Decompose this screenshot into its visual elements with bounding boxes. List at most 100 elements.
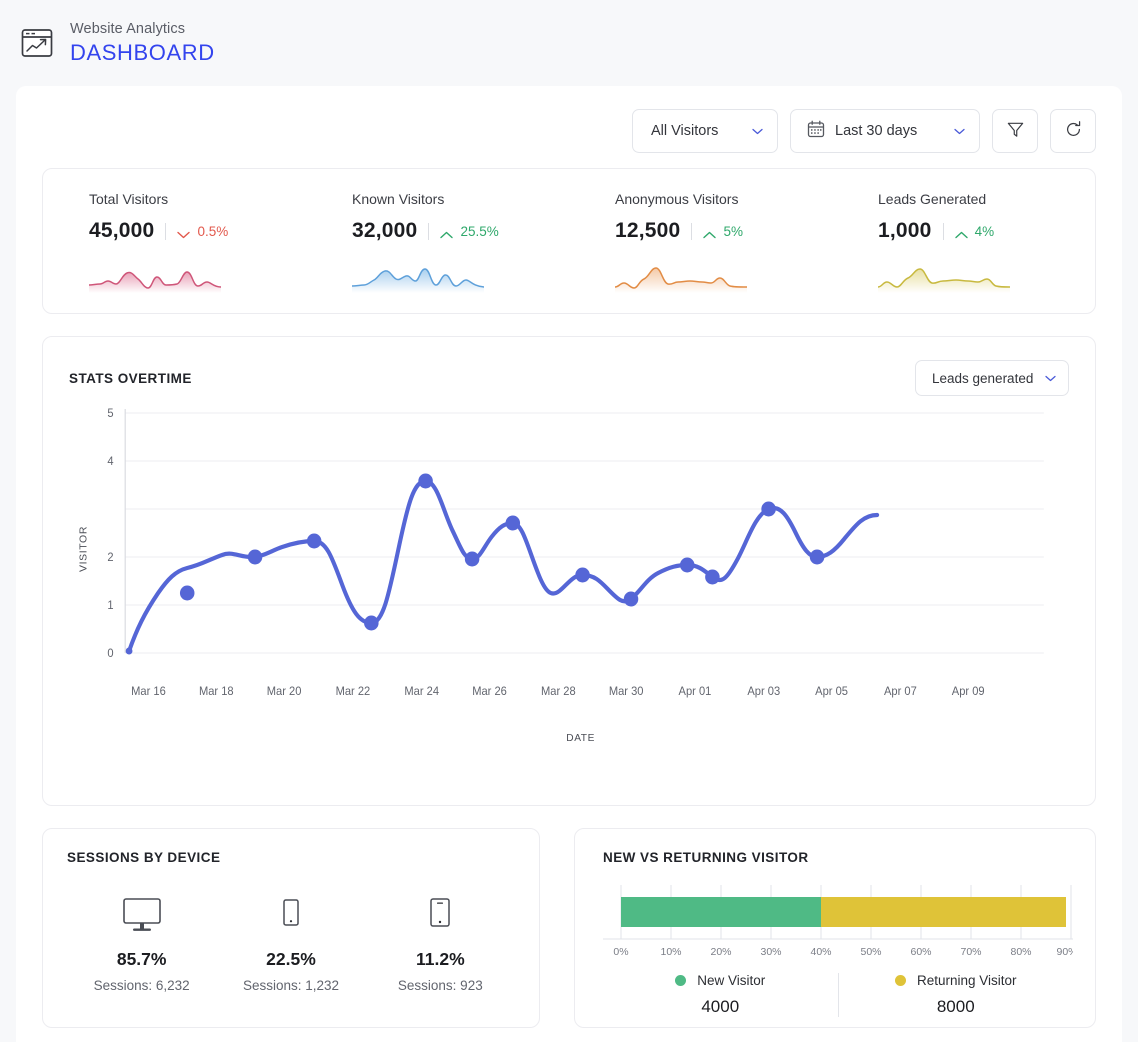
kpi-delta: 4% <box>955 224 995 239</box>
kpi-value: 12,500 <box>615 219 680 243</box>
kpi-label: Known Visitors <box>352 191 569 207</box>
new-vs-returning-chart: 0% 10% 20% 30% 40% 50% 60% 70% 80% 90% <box>603 883 1073 961</box>
svg-text:10%: 10% <box>660 946 681 958</box>
legend-new-visitor: New Visitor 4000 <box>603 973 838 1017</box>
kpi-delta-value: 0.5% <box>197 224 228 239</box>
device-desktop: 85.7% Sessions: 6,232 <box>67 889 216 993</box>
svg-text:Apr 05: Apr 05 <box>815 686 848 698</box>
svg-text:Apr 07: Apr 07 <box>884 686 917 698</box>
kpi-delta-value: 4% <box>975 224 995 239</box>
device-sessions: Sessions: 923 <box>366 978 515 993</box>
svg-text:70%: 70% <box>960 946 981 958</box>
svg-text:50%: 50% <box>860 946 881 958</box>
refresh-button[interactable] <box>1050 109 1096 153</box>
kpi-summary-card: Total Visitors 45,000 0.5% K <box>42 168 1096 314</box>
filter-button[interactable] <box>992 109 1038 153</box>
svg-text:2: 2 <box>107 552 113 564</box>
kpi-label: Total Visitors <box>89 191 306 207</box>
svg-text:Mar 22: Mar 22 <box>336 686 371 698</box>
device-percent: 85.7% <box>67 949 216 970</box>
svg-text:4: 4 <box>107 456 113 468</box>
tablet-icon <box>366 889 515 933</box>
funnel-icon <box>1006 120 1025 143</box>
kpi-known-visitors: Known Visitors 32,000 25.5% <box>306 191 569 313</box>
visitor-filter-value: All Visitors <box>651 123 718 139</box>
bar-new-visitor <box>621 897 821 927</box>
x-tick-labels: 0% 10% 20% 30% 40% 50% 60% 70% 80% 90% <box>613 946 1073 958</box>
legend-label: New Visitor <box>697 973 765 988</box>
desktop-icon <box>67 889 216 933</box>
kpi-anonymous-visitors: Anonymous Visitors 12,500 5% <box>569 191 832 313</box>
x-tick-labels: Mar 16 Mar 18 Mar 20 Mar 22 Mar 24 Mar 2… <box>131 686 985 698</box>
svg-text:Apr 09: Apr 09 <box>952 686 985 698</box>
stats-overtime-card: STATS OVERTIME Leads generated <box>42 336 1096 806</box>
svg-text:60%: 60% <box>910 946 931 958</box>
dashboard-panel: All Visitors Last 30 days <box>16 86 1122 1042</box>
kpi-delta: 0.5% <box>177 224 228 239</box>
sparkline-total-visitors <box>89 259 221 293</box>
svg-text:1: 1 <box>107 600 113 612</box>
y-tick-labels: 5 4 2 1 0 <box>107 408 113 660</box>
device-mobile: 22.5% Sessions: 1,232 <box>216 889 365 993</box>
device-percent: 11.2% <box>366 949 515 970</box>
sessions-by-device-title: SESSIONS BY DEVICE <box>67 850 220 865</box>
bar-returning-visitor <box>821 897 1066 927</box>
svg-text:90%: 90% <box>1056 946 1073 958</box>
svg-text:30%: 30% <box>760 946 781 958</box>
svg-text:Mar 16: Mar 16 <box>131 686 166 698</box>
stats-overtime-chart: 5 4 2 1 0 VISITOR <box>69 399 1069 799</box>
sparkline-known-visitors <box>352 259 484 293</box>
kpi-delta-value: 25.5% <box>460 224 498 239</box>
mobile-icon <box>216 889 365 933</box>
app-subtitle: Website Analytics <box>70 21 215 37</box>
kpi-value: 32,000 <box>352 219 417 243</box>
kpi-delta-value: 5% <box>723 224 743 239</box>
metric-select-value: Leads generated <box>932 371 1033 386</box>
new-vs-returning-legend: New Visitor 4000 Returning Visitor 8000 <box>603 973 1073 1017</box>
legend-dot-returning <box>895 975 906 986</box>
chevron-down-icon <box>177 227 190 235</box>
svg-text:Mar 28: Mar 28 <box>541 686 576 698</box>
new-vs-returning-card: NEW VS RETURNING VISITOR <box>574 828 1096 1028</box>
app-header: Website Analytics DASHBOARD <box>0 0 1138 86</box>
kpi-label: Leads Generated <box>878 191 1095 207</box>
svg-text:Mar 20: Mar 20 <box>267 686 302 698</box>
divider <box>428 223 429 240</box>
sparkline-leads-generated <box>878 259 1010 293</box>
visitor-filter-select[interactable]: All Visitors <box>632 109 778 153</box>
x-axis-title: DATE <box>566 733 595 744</box>
series-markers <box>126 474 825 655</box>
toolbar: All Visitors Last 30 days <box>42 108 1096 154</box>
date-range-select[interactable]: Last 30 days <box>790 109 980 153</box>
svg-text:Apr 01: Apr 01 <box>679 686 712 698</box>
device-sessions: Sessions: 1,232 <box>216 978 365 993</box>
svg-text:80%: 80% <box>1010 946 1031 958</box>
kpi-label: Anonymous Visitors <box>615 191 832 207</box>
date-range-value: Last 30 days <box>835 123 944 139</box>
divider <box>943 223 944 240</box>
calendar-icon <box>807 120 825 142</box>
kpi-value: 45,000 <box>89 219 154 243</box>
bottom-row: SESSIONS BY DEVICE 85.7% Sessions: 6,232 <box>42 828 1096 1028</box>
svg-text:Apr 03: Apr 03 <box>747 686 780 698</box>
svg-text:0: 0 <box>107 648 113 660</box>
svg-text:40%: 40% <box>810 946 831 958</box>
svg-text:0%: 0% <box>613 946 628 958</box>
sparkline-anonymous-visitors <box>615 259 747 293</box>
legend-returning-visitor: Returning Visitor 8000 <box>838 973 1074 1017</box>
metric-select[interactable]: Leads generated <box>915 360 1069 396</box>
kpi-leads-generated: Leads Generated 1,000 4% <box>832 191 1095 313</box>
device-percent: 22.5% <box>216 949 365 970</box>
stats-overtime-title: STATS OVERTIME <box>69 371 192 386</box>
kpi-delta: 5% <box>703 224 743 239</box>
chevron-down-icon <box>954 128 965 135</box>
chevron-down-icon <box>1045 375 1056 382</box>
sessions-by-device-card: SESSIONS BY DEVICE 85.7% Sessions: 6,232 <box>42 828 540 1028</box>
page-title: DASHBOARD <box>70 40 215 66</box>
kpi-total-visitors: Total Visitors 45,000 0.5% <box>43 191 306 313</box>
device-sessions: Sessions: 6,232 <box>67 978 216 993</box>
legend-dot-new <box>675 975 686 986</box>
svg-text:5: 5 <box>107 408 113 420</box>
device-tablet: 11.2% Sessions: 923 <box>366 889 515 993</box>
divider <box>691 223 692 240</box>
